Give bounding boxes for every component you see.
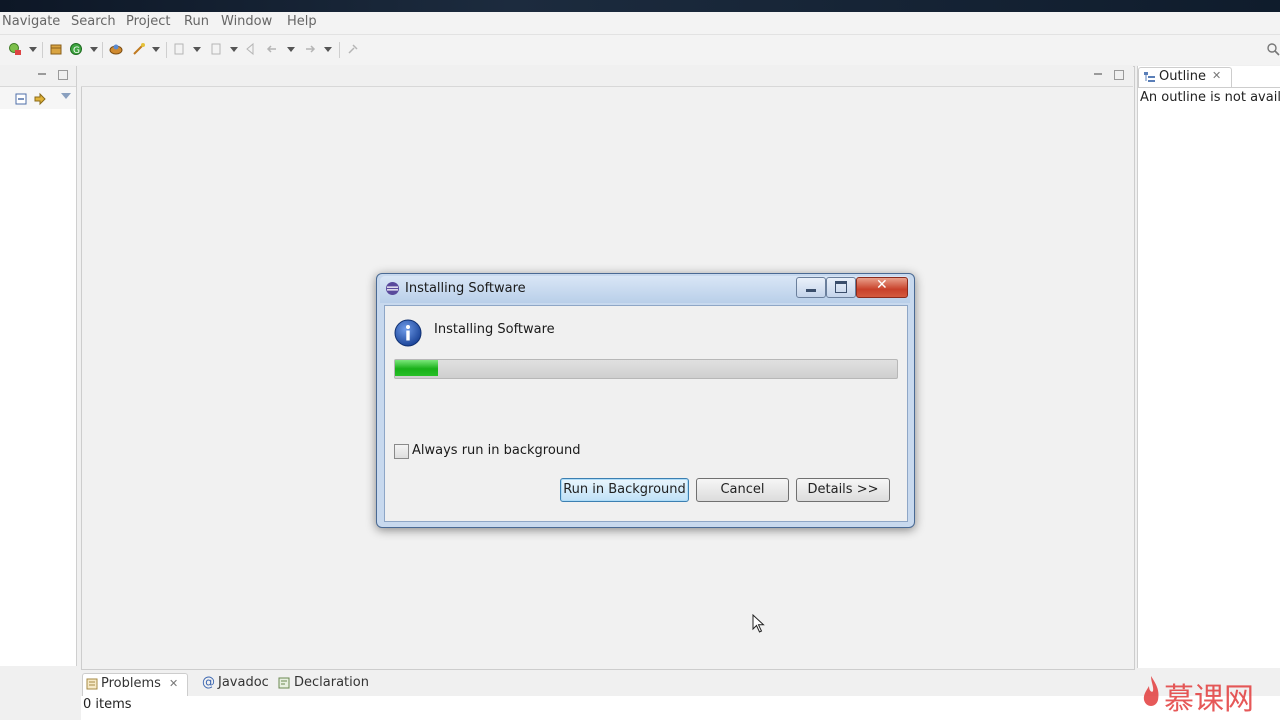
maximize-icon[interactable]: [1114, 70, 1124, 80]
chevron-down-icon[interactable]: [193, 47, 201, 52]
toolbar-separator: [102, 42, 103, 58]
wand-icon[interactable]: [132, 42, 146, 56]
close-button[interactable]: ✕: [856, 277, 908, 298]
mouse-cursor-icon: [752, 614, 765, 633]
tab-javadoc[interactable]: @ Javadoc: [200, 673, 274, 695]
minimize-icon: [806, 289, 816, 292]
editor-header: [81, 66, 1133, 87]
tab-problems-label: Problems: [101, 676, 161, 691]
menu-bar: Navigate Search Project Run Window Help: [0, 12, 1280, 35]
toolbar: [0, 35, 1280, 65]
minimize-icon[interactable]: [1094, 73, 1102, 75]
tab-javadoc-label: Javadoc: [218, 675, 269, 690]
prev-annotation-icon[interactable]: [209, 42, 223, 56]
minimize-button[interactable]: [796, 277, 826, 298]
new-server-icon[interactable]: [8, 42, 22, 56]
outline-message: An outline is not availa: [1140, 90, 1280, 105]
back-icon[interactable]: [265, 42, 279, 56]
close-icon[interactable]: ✕: [169, 677, 178, 690]
view-menu-icon[interactable]: [61, 93, 71, 99]
svg-text:G: G: [73, 46, 80, 56]
close-icon: ✕: [876, 277, 888, 293]
declaration-icon: [278, 677, 290, 689]
always-run-background-label[interactable]: Always run in background: [412, 443, 581, 458]
new-class-icon[interactable]: G: [69, 42, 83, 56]
progress-bar-fill: [395, 360, 438, 376]
javadoc-icon: @: [202, 675, 215, 690]
watermark-text: 慕课网: [1164, 682, 1254, 717]
next-annotation-icon[interactable]: [172, 42, 186, 56]
maximize-icon: [835, 281, 847, 293]
pin-icon[interactable]: [346, 42, 360, 56]
problems-status: 0 items: [83, 697, 132, 712]
menu-search[interactable]: Search: [71, 14, 116, 29]
open-type-icon[interactable]: [109, 42, 123, 56]
forward-icon[interactable]: [303, 42, 317, 56]
outline-panel: [1137, 66, 1280, 668]
toolbar-separator: [42, 42, 43, 58]
collapse-all-icon[interactable]: [14, 92, 28, 106]
toolbar-separator: [166, 42, 167, 58]
run-in-background-button[interactable]: Run in Background: [560, 478, 689, 502]
chevron-down-icon[interactable]: [287, 47, 295, 52]
outline-icon: [1144, 72, 1155, 82]
info-icon: [394, 319, 422, 347]
toolbar-separator: [339, 42, 340, 58]
close-icon[interactable]: ✕: [1212, 69, 1221, 82]
menu-run[interactable]: Run: [184, 14, 209, 29]
dialog-heading: Installing Software: [434, 322, 555, 337]
package-icon[interactable]: [49, 42, 63, 56]
progress-bar: [394, 359, 898, 379]
problems-icon: [86, 678, 98, 690]
outline-header-line: [1138, 87, 1280, 88]
package-explorer-panel: [0, 66, 77, 666]
menu-window[interactable]: Window: [221, 14, 272, 29]
chevron-down-icon[interactable]: [324, 47, 332, 52]
chevron-down-icon[interactable]: [230, 47, 238, 52]
cancel-button[interactable]: Cancel: [696, 478, 789, 502]
tab-declaration-label: Declaration: [294, 675, 369, 690]
maximize-button[interactable]: [826, 277, 856, 298]
window-top-strip: [0, 0, 1280, 12]
minimize-icon[interactable]: [38, 73, 46, 75]
menu-project[interactable]: Project: [126, 14, 170, 29]
chevron-down-icon[interactable]: [90, 47, 98, 52]
menu-help[interactable]: Help: [287, 14, 317, 29]
tab-outline[interactable]: Outline ✕: [1138, 67, 1232, 88]
chevron-down-icon[interactable]: [29, 47, 37, 52]
maximize-icon[interactable]: [58, 70, 68, 80]
always-run-background-checkbox[interactable]: [394, 444, 409, 459]
outline-tab-label: Outline: [1159, 69, 1207, 84]
dialog-window-title: Installing Software: [405, 281, 526, 296]
problems-view: 0 items: [81, 696, 1280, 720]
eclipse-icon: [386, 282, 399, 295]
search-icon[interactable]: [1266, 42, 1280, 56]
flame-icon: [1143, 676, 1159, 706]
tab-problems[interactable]: Problems ✕: [82, 673, 188, 696]
last-edit-icon[interactable]: [245, 42, 259, 56]
chevron-down-icon[interactable]: [152, 47, 160, 52]
tab-declaration[interactable]: Declaration: [276, 673, 372, 695]
menu-navigate[interactable]: Navigate: [2, 14, 60, 29]
details-button[interactable]: Details >>: [796, 478, 890, 502]
link-with-editor-icon[interactable]: [33, 92, 47, 106]
